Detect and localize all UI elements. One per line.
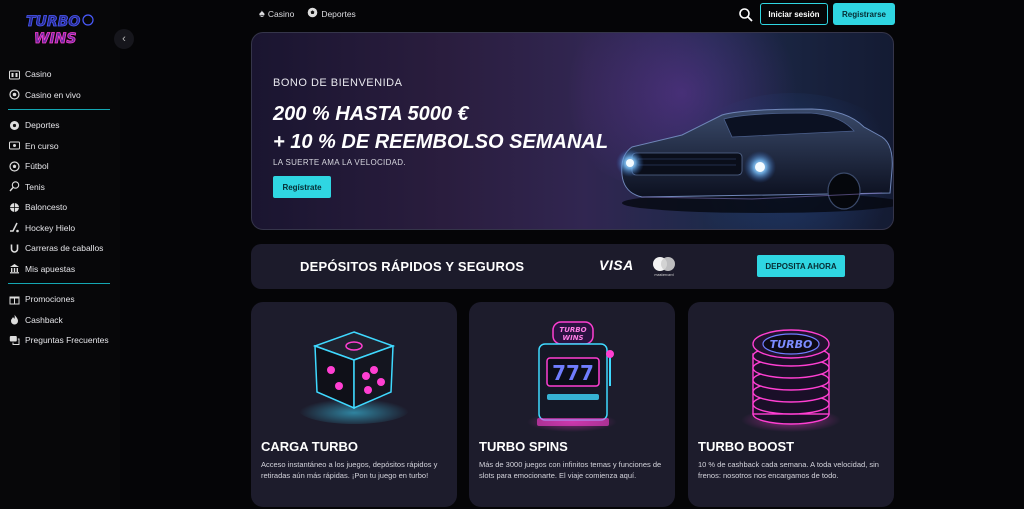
- live-casino-icon: [8, 89, 20, 101]
- banner-headline-1: 200 % HASTA 5000 €: [273, 103, 469, 125]
- horseshoe-icon: [8, 242, 20, 254]
- svg-text:mastercard: mastercard: [654, 273, 673, 277]
- sidebar-item-label: Tenis: [25, 181, 45, 192]
- sidebar-item-label: Preguntas Frecuentes: [25, 335, 109, 346]
- sidebar-nav: Casino Casino en vivo Deportes En curso …: [0, 64, 120, 351]
- sidebar-item-en-curso[interactable]: En curso: [0, 136, 120, 157]
- feature-card-carga-turbo[interactable]: CARGA TURBO Acceso instantáneo a los jue…: [251, 302, 457, 507]
- mastercard-logo: mastercard: [653, 257, 675, 277]
- card-description: 10 % de cashback cada semana. A toda vel…: [698, 460, 879, 480]
- basketball-icon: [8, 201, 20, 213]
- deposit-now-button[interactable]: DEPOSITA AHORA: [757, 255, 845, 277]
- sidebar-item-label: Baloncesto: [25, 202, 68, 213]
- login-button[interactable]: Iniciar sesión: [760, 3, 828, 25]
- feature-card-turbo-spins[interactable]: TURBO WINS 777 TURBO SPINS Más de 3000 j…: [469, 302, 675, 507]
- deposit-title: DEPÓSITOS RÁPIDOS Y SEGUROS: [300, 259, 525, 274]
- sidebar-item-label: Casino: [25, 69, 52, 80]
- sports-icon: [8, 119, 20, 131]
- sidebar-item-label: En curso: [25, 140, 59, 151]
- sidebar-item-label: Cashback: [25, 314, 63, 325]
- card-title: TURBO BOOST: [698, 439, 795, 454]
- flame-icon: [8, 314, 20, 326]
- sidebar-item-tenis[interactable]: Tenis: [0, 177, 120, 198]
- chip-stack-icon: TURBO: [741, 329, 841, 432]
- sidebar-item-label: Hockey Hielo: [25, 222, 76, 233]
- slot-machine-icon: TURBO WINS 777: [527, 321, 617, 432]
- sidebar: TURBO WINS ‹ Casino Casino en vivo Depor…: [0, 0, 134, 509]
- banner-tagline: LA SUERTE AMA LA VELOCIDAD.: [273, 158, 406, 167]
- sidebar-item-carreras-de-caballos[interactable]: Carreras de caballos: [0, 238, 120, 259]
- sidebar-item-preguntas-frecuentes[interactable]: Preguntas Frecuentes: [0, 330, 120, 351]
- sidebar-item-casino[interactable]: Casino: [0, 64, 120, 85]
- svg-text:TURBO: TURBO: [770, 338, 813, 351]
- casino-icon: [8, 68, 20, 80]
- tennis-icon: [8, 181, 20, 193]
- welcome-bonus-banner: BONO DE BIENVENIDA 200 % HASTA 5000 € + …: [251, 32, 894, 230]
- sidebar-item-label: Deportes: [25, 120, 60, 131]
- sidebar-item-label: Carreras de caballos: [25, 243, 104, 254]
- sidebar-item-deportes[interactable]: Deportes: [0, 115, 120, 136]
- soccer-ball-icon: [307, 7, 318, 20]
- sidebar-item-mis-apuestas[interactable]: Mis apuestas: [0, 259, 120, 280]
- live-icon: [8, 140, 20, 152]
- divider: [8, 283, 110, 284]
- svg-text:777: 777: [552, 361, 594, 385]
- spade-icon: ♠: [259, 7, 265, 20]
- svg-text:WINS: WINS: [34, 31, 76, 47]
- sidebar-item-label: Mis apuestas: [25, 263, 76, 274]
- chat-icon: [8, 334, 20, 346]
- top-tab-casino[interactable]: ♠ Casino: [259, 7, 294, 20]
- football-icon: [8, 160, 20, 172]
- deposit-strip: DEPÓSITOS RÁPIDOS Y SEGUROS VISA masterc…: [251, 244, 894, 289]
- banner-headline-2: + 10 % DE REEMBOLSO SEMANAL: [273, 131, 609, 153]
- top-tab-deportes[interactable]: Deportes: [307, 7, 356, 20]
- sidebar-item-casino-en-vivo[interactable]: Casino en vivo: [0, 85, 120, 106]
- sidebar-item-label: Casino en vivo: [25, 89, 81, 100]
- svg-text:TURBO: TURBO: [26, 14, 80, 30]
- banner-register-button[interactable]: Regístrate: [273, 176, 331, 198]
- card-description: Más de 3000 juegos con infinitos temas y…: [479, 460, 662, 480]
- muscle-car-illustration: [616, 108, 893, 213]
- svg-text:TURBO: TURBO: [559, 326, 586, 334]
- feature-card-turbo-boost[interactable]: TURBO TURBO BOOST 10 % de cashback cada …: [688, 302, 894, 507]
- card-title: CARGA TURBO: [261, 439, 359, 454]
- banner-eyebrow: BONO DE BIENVENIDA: [273, 77, 403, 89]
- sidebar-item-baloncesto[interactable]: Baloncesto: [0, 197, 120, 218]
- card-title: TURBO SPINS: [479, 439, 568, 454]
- visa-logo: VISA: [599, 257, 634, 273]
- card-description: Acceso instantáneo a los juegos, depósit…: [261, 460, 438, 480]
- sidebar-item-hockey-hielo[interactable]: Hockey Hielo: [0, 218, 120, 239]
- search-icon[interactable]: [738, 7, 754, 23]
- sidebar-item-promociones[interactable]: Promociones: [0, 289, 120, 310]
- sidebar-item-cashback[interactable]: Cashback: [0, 310, 120, 331]
- hockey-icon: [8, 222, 20, 234]
- turbo-wins-logo[interactable]: TURBO WINS: [24, 10, 96, 48]
- divider: [8, 109, 110, 110]
- sidebar-item-label: Fútbol: [25, 161, 49, 172]
- register-button[interactable]: Registrarse: [833, 3, 895, 25]
- gift-icon: [8, 293, 20, 305]
- top-nav: ♠ Casino Deportes: [259, 7, 356, 20]
- sidebar-item-label: Promociones: [25, 294, 75, 305]
- neon-dice-icon: [299, 331, 409, 424]
- svg-text:WINS: WINS: [562, 334, 583, 342]
- bets-icon: [8, 263, 20, 275]
- sidebar-item-futbol[interactable]: Fútbol: [0, 156, 120, 177]
- chevron-left-icon[interactable]: ‹: [114, 29, 134, 49]
